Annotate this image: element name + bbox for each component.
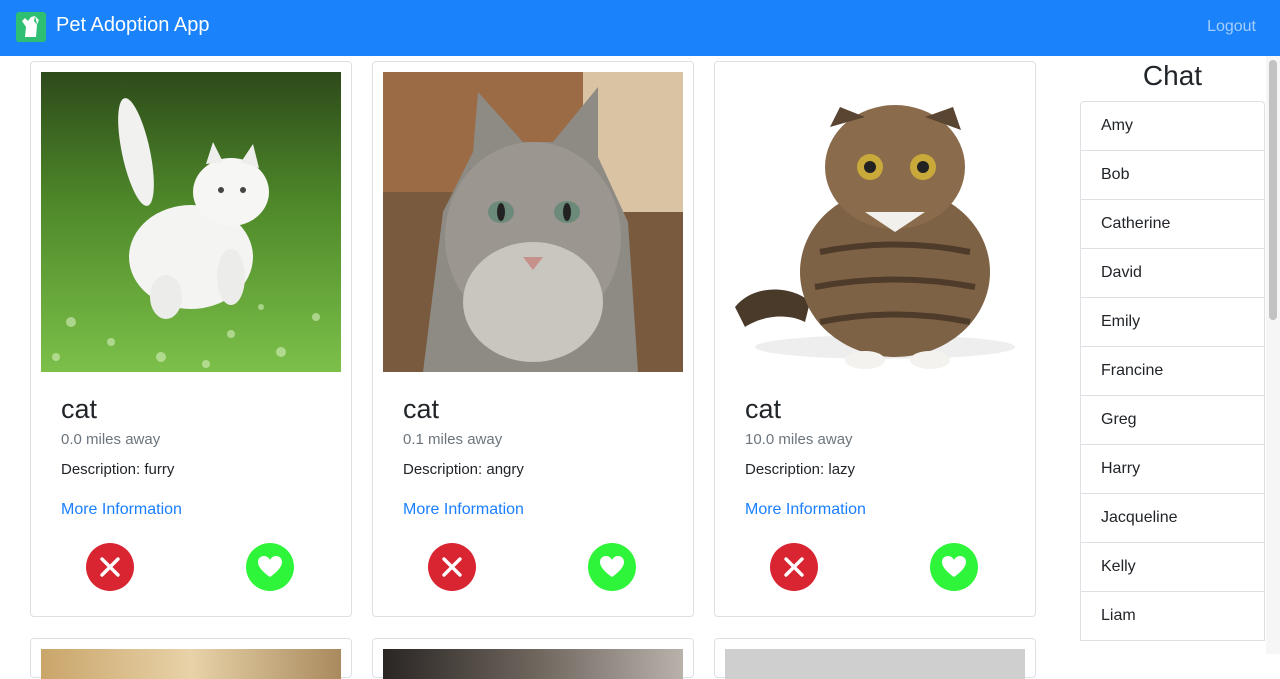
more-information-link[interactable]: More Information <box>745 501 866 519</box>
pet-description: Description: furry <box>61 461 175 478</box>
chat-contact[interactable]: David <box>1080 249 1265 298</box>
pet-name: cat <box>61 394 98 424</box>
chat-title: Chat <box>1142 60 1203 91</box>
close-icon <box>100 557 120 577</box>
pet-photo <box>41 72 341 372</box>
close-icon <box>784 557 804 577</box>
pet-card: cat 0.0 miles away Description: furry Mo… <box>30 61 352 617</box>
chat-contact[interactable]: Catherine <box>1080 200 1265 249</box>
chat-contact[interactable]: Amy <box>1080 101 1265 151</box>
more-information-link[interactable]: More Information <box>61 501 182 519</box>
pet-card <box>30 638 352 679</box>
chat-contact[interactable]: Liam <box>1080 592 1265 641</box>
heart-icon <box>258 556 282 577</box>
scrollbar-thumb[interactable] <box>1269 60 1277 320</box>
pet-description: Description: angry <box>403 461 524 478</box>
pet-card: cat 0.1 miles away Description: angry Mo… <box>372 61 694 617</box>
heart-icon <box>942 556 966 577</box>
reject-button[interactable] <box>428 543 476 591</box>
like-button[interactable] <box>246 543 294 591</box>
pet-distance: 0.0 miles away <box>61 431 161 448</box>
reject-button[interactable] <box>770 543 818 591</box>
dog-logo-icon[interactable] <box>16 12 46 42</box>
reject-button[interactable] <box>86 543 134 591</box>
chat-contact-list: Amy Bob Catherine David Emily Francine G… <box>1080 101 1265 641</box>
pet-description: Description: lazy <box>745 461 856 478</box>
pet-distance: 0.1 miles away <box>403 431 503 448</box>
logout-link[interactable]: Logout <box>1207 18 1256 36</box>
pet-card <box>372 638 694 679</box>
chat-contact[interactable]: Francine <box>1080 347 1265 396</box>
pet-card: cat 10.0 miles away Description: lazy Mo… <box>714 61 1036 617</box>
more-information-link[interactable]: More Information <box>403 501 524 519</box>
page-scrollbar[interactable] <box>1266 56 1280 654</box>
chat-contact[interactable]: Bob <box>1080 151 1265 200</box>
chat-contact[interactable]: Jacqueline <box>1080 494 1265 543</box>
chat-contact[interactable]: Kelly <box>1080 543 1265 592</box>
pet-photo <box>383 72 683 372</box>
close-icon <box>442 557 462 577</box>
pet-name: cat <box>403 394 440 424</box>
chat-contact[interactable]: Emily <box>1080 298 1265 347</box>
navbar: Pet Adoption App Logout <box>0 0 1280 56</box>
pet-photo <box>725 72 1025 372</box>
like-button[interactable] <box>930 543 978 591</box>
pet-distance: 10.0 miles away <box>745 431 853 448</box>
heart-icon <box>600 556 624 577</box>
pet-name: cat <box>745 394 782 424</box>
chat-contact[interactable]: Greg <box>1080 396 1265 445</box>
pet-card <box>714 638 1036 679</box>
chat-contact[interactable]: Harry <box>1080 445 1265 494</box>
like-button[interactable] <box>588 543 636 591</box>
app-title[interactable]: Pet Adoption App <box>56 14 209 37</box>
